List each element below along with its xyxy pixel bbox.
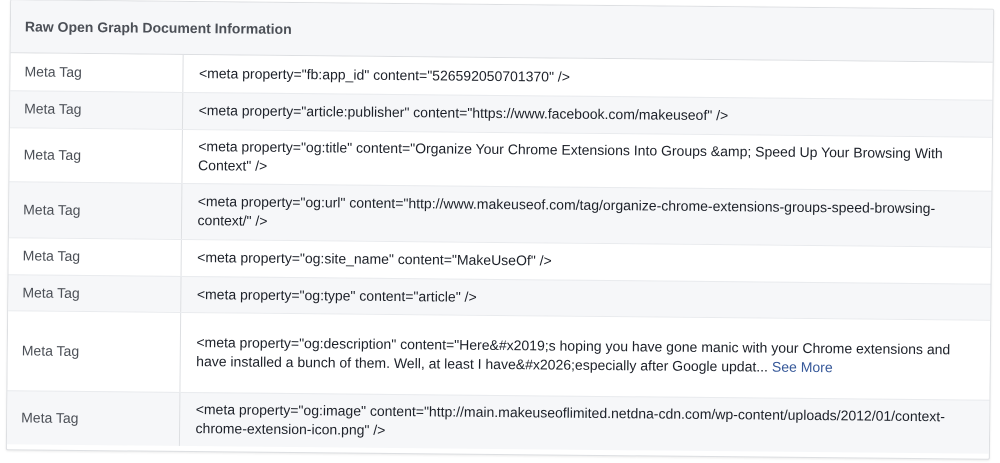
row-label: Meta Tag xyxy=(7,310,181,392)
table-row: Meta Tag <meta property="og:description"… xyxy=(7,310,991,400)
row-value: <meta property="og:title" content="Organ… xyxy=(181,128,992,191)
description-text: <meta property="og:description" content=… xyxy=(196,334,951,375)
table-row: Meta Tag <meta property="og:title" conte… xyxy=(9,127,992,191)
row-label: Meta Tag xyxy=(10,53,183,92)
row-label: Meta Tag xyxy=(9,90,183,129)
panel-title: Raw Open Graph Document Information xyxy=(10,0,994,63)
og-info-panel: Raw Open Graph Document Information Meta… xyxy=(5,0,995,460)
row-value-description: <meta property="og:description" content=… xyxy=(179,311,991,400)
row-value: <meta property="og:image" content="http:… xyxy=(178,391,990,454)
row-value: <meta property="og:url" content="http://… xyxy=(180,182,992,247)
row-label: Meta Tag xyxy=(8,274,181,312)
table-row: Meta Tag <meta property="og:image" conte… xyxy=(6,390,990,454)
row-label: Meta Tag xyxy=(9,127,182,183)
row-label: Meta Tag xyxy=(6,390,180,446)
table-row: Meta Tag <meta property="og:url" content… xyxy=(8,181,992,247)
meta-tag-table: Meta Tag <meta property="fb:app_id" cont… xyxy=(6,53,993,454)
row-label: Meta Tag xyxy=(8,237,181,276)
row-label: Meta Tag xyxy=(8,181,182,239)
see-more-link[interactable]: See More xyxy=(772,359,833,376)
